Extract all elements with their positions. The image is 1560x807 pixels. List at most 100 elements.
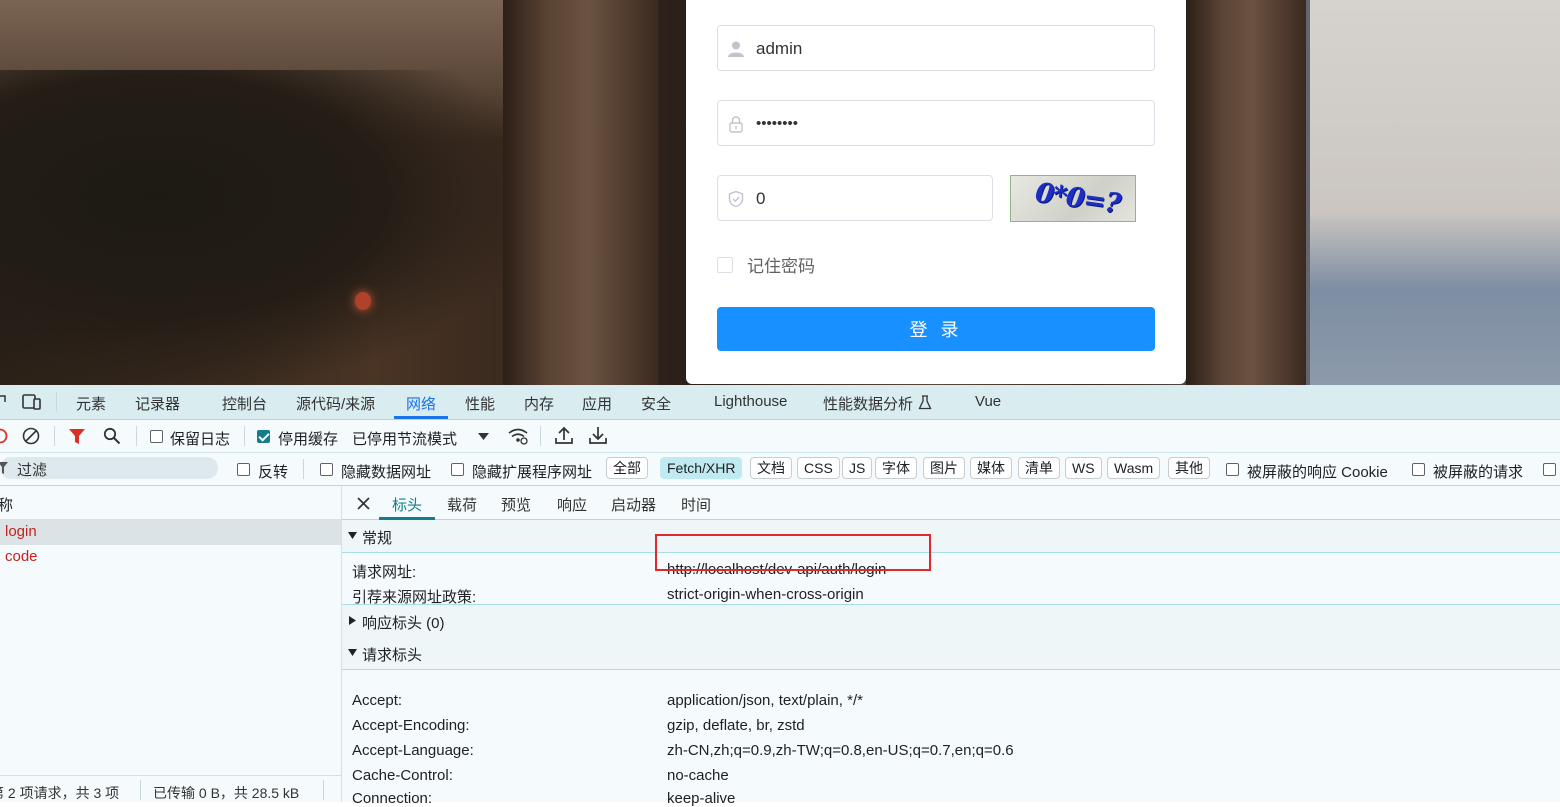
type-filter-manifest[interactable]: 清单 <box>1018 457 1060 479</box>
active-tab-indicator <box>394 416 448 419</box>
flask-icon <box>918 395 932 410</box>
lock-icon <box>729 116 743 133</box>
status-separator <box>140 780 141 800</box>
details-tab-timing[interactable]: 时间 <box>681 494 711 515</box>
details-tab-payload[interactable]: 载荷 <box>447 494 477 515</box>
network-filterbar: 过滤 反转 隐藏数据网址 隐藏扩展程序网址 全部 Fetch/XHR 文档 CS… <box>0 453 1560 486</box>
preserve-log-checkbox[interactable] <box>150 430 163 443</box>
details-tab-initiator[interactable]: 启动器 <box>611 494 656 515</box>
type-filter-img[interactable]: 图片 <box>923 457 965 479</box>
record-stop-icon[interactable] <box>0 428 8 444</box>
header-key: 请求网址: <box>352 564 417 581</box>
tab-sources[interactable]: 源代码/来源 <box>296 393 375 414</box>
tab-network[interactable]: 网络 <box>406 393 436 414</box>
header-key: Accept-Language: <box>352 742 474 759</box>
details-tab-response[interactable]: 响应 <box>557 494 587 515</box>
header-value: no-cache <box>667 767 729 784</box>
search-icon[interactable] <box>103 427 121 445</box>
blocked-requests-checkbox[interactable] <box>1412 463 1425 476</box>
preserve-log-label: 保留日志 <box>170 431 231 448</box>
request-row-login[interactable]: login <box>0 520 341 545</box>
remember-me[interactable]: 记住密码 <box>717 252 815 277</box>
hide-extension-urls-checkbox[interactable] <box>451 463 464 476</box>
request-count: 第 2 项请求，共 3 项 <box>0 785 120 801</box>
type-filter-font[interactable]: 字体 <box>875 457 917 479</box>
type-filter-all[interactable]: 全部 <box>606 457 648 479</box>
invert-checkbox[interactable] <box>237 463 250 476</box>
details-tab-headers[interactable]: 标头 <box>392 494 422 515</box>
hide-data-urls-checkbox[interactable] <box>320 463 333 476</box>
tab-separator <box>56 392 57 412</box>
tab-performance[interactable]: 性能 <box>465 393 495 414</box>
remember-checkbox[interactable] <box>717 256 733 273</box>
third-party-checkbox[interactable] <box>1543 463 1556 476</box>
captcha-field[interactable]: 0 <box>717 175 993 221</box>
inspect-element-icon[interactable] <box>0 394 8 410</box>
clear-icon[interactable] <box>22 427 40 445</box>
type-filter-js[interactable]: JS <box>842 457 873 479</box>
chevron-down-icon[interactable] <box>478 433 489 440</box>
tab-console[interactable]: 控制台 <box>222 393 267 414</box>
request-list: 称 login code 第 2 项请求，共 3 项 已传输 0 B，共 28.… <box>0 486 342 802</box>
import-har-icon[interactable] <box>555 426 573 445</box>
general-section-header[interactable]: 常规 <box>342 520 1560 553</box>
request-list-status: 第 2 项请求，共 3 项 已传输 0 B，共 28.5 kB <box>0 775 341 803</box>
header-key: Connection: <box>352 790 433 807</box>
tab-security[interactable]: 安全 <box>641 393 671 414</box>
name-column-header[interactable]: 称 <box>0 494 13 515</box>
filter-input[interactable]: 过滤 <box>0 457 218 479</box>
request-list-header: 称 <box>0 486 341 520</box>
type-filter-fetch-xhr[interactable]: Fetch/XHR <box>660 457 743 479</box>
request-row-code[interactable]: code <box>0 545 341 570</box>
export-har-icon[interactable] <box>589 426 607 445</box>
type-filter-ws[interactable]: WS <box>1065 457 1102 479</box>
login-button[interactable]: 登 录 <box>717 307 1155 351</box>
user-icon <box>728 41 744 57</box>
throttling-select[interactable]: 已停用节流模式 <box>352 428 457 449</box>
response-headers-section-header[interactable]: 响应标头 (0) <box>342 604 1560 638</box>
network-conditions-icon[interactable] <box>507 427 529 445</box>
device-toggle-icon[interactable] <box>22 393 42 411</box>
tab-memory[interactable]: 内存 <box>524 393 554 414</box>
close-icon[interactable] <box>357 497 370 510</box>
tab-recorder[interactable]: 记录器 <box>135 393 180 414</box>
section-title: 常规 <box>362 530 393 547</box>
header-value: zh-CN,zh;q=0.9,zh-TW;q=0.8,en-US;q=0.7,e… <box>667 742 1014 759</box>
login-card: admin •••••••• 0 0*0=? 记住密码 登 录 <box>686 0 1186 384</box>
type-filter-doc[interactable]: 文档 <box>750 457 792 479</box>
hide-data-urls-label: 隐藏数据网址 <box>341 464 432 481</box>
disable-cache-checkbox[interactable] <box>257 430 270 443</box>
type-filter-wasm[interactable]: Wasm <box>1107 457 1161 479</box>
captcha-image-text: 0*0=? <box>1033 177 1122 220</box>
header-value: gzip, deflate, br, zstd <box>667 717 805 734</box>
request-headers-section-header[interactable]: 请求标头 <box>342 637 1560 670</box>
tab-performance-insights[interactable]: 性能数据分析 <box>823 393 913 414</box>
tab-elements[interactable]: 元素 <box>76 393 106 414</box>
username-field[interactable]: admin <box>717 25 1155 71</box>
type-filter-other[interactable]: 其他 <box>1168 457 1210 479</box>
status-separator <box>323 780 324 800</box>
details-tab-preview[interactable]: 预览 <box>501 494 531 515</box>
disable-cache-label: 停用缓存 <box>278 431 339 448</box>
header-key: Accept-Encoding: <box>352 717 470 734</box>
filter-icon[interactable] <box>68 428 86 445</box>
type-filter-media[interactable]: 媒体 <box>970 457 1012 479</box>
background-trees <box>0 70 520 385</box>
tab-lighthouse[interactable]: Lighthouse <box>714 393 787 410</box>
header-key: Cache-Control: <box>352 767 453 784</box>
triangle-right-icon <box>349 616 356 625</box>
type-filter-css[interactable]: CSS <box>797 457 840 479</box>
invert-label: 反转 <box>258 464 289 481</box>
details-tabbar: 标头 载荷 预览 响应 启动器 时间 <box>342 486 1560 520</box>
password-field[interactable]: •••••••• <box>717 100 1155 146</box>
blocked-requests-label: 被屏蔽的请求 <box>1433 464 1524 481</box>
network-toolbar: 保留日志 停用缓存 已停用节流模式 <box>0 420 1560 453</box>
captcha-image[interactable]: 0*0=? <box>1010 175 1136 222</box>
tab-application[interactable]: 应用 <box>582 393 612 414</box>
web-page: admin •••••••• 0 0*0=? 记住密码 登 录 <box>0 0 1560 385</box>
background-light <box>355 292 371 310</box>
remember-label: 记住密码 <box>747 257 815 276</box>
tab-vue[interactable]: Vue <box>975 393 1001 410</box>
toolbar-separator <box>540 426 541 446</box>
blocked-cookies-checkbox[interactable] <box>1226 463 1239 476</box>
